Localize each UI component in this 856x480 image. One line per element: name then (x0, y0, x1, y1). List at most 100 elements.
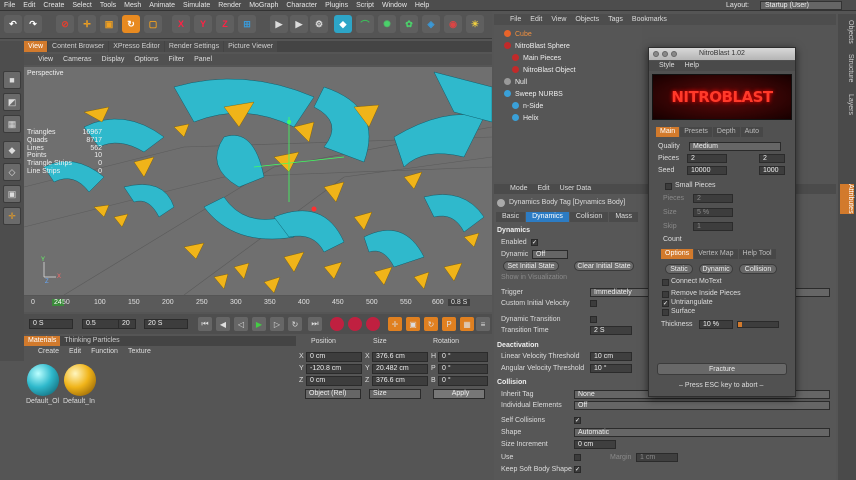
tab-main[interactable]: Main (656, 127, 680, 137)
vmenu-panel[interactable]: Panel (194, 54, 212, 65)
tab-presets[interactable]: Presets (680, 127, 712, 137)
rotate-icon[interactable]: ↻ (122, 15, 140, 33)
matmenu-function[interactable]: Function (91, 348, 118, 355)
light-icon[interactable]: ☀ (466, 15, 484, 33)
key-pla-icon[interactable]: ▦ (460, 317, 474, 331)
nurbs-icon[interactable]: ⌒ (356, 15, 374, 33)
zoom-icon[interactable] (671, 51, 677, 57)
vmenu-filter[interactable]: Filter (169, 54, 185, 65)
camera-icon[interactable]: ◉ (444, 15, 462, 33)
menu-plugins[interactable]: Plugins (325, 2, 348, 9)
use-margin-checkbox[interactable] (574, 454, 581, 461)
seed-field-a[interactable]: 10000 (687, 166, 727, 175)
perspective-viewport[interactable]: Perspective Triangles 16967 Quads 8717 Lin… (24, 67, 492, 295)
workplane-icon[interactable]: ▦ (3, 115, 21, 133)
object-row-nitroblast-sphere[interactable]: NitroBlast Sphere (504, 42, 570, 52)
menu-script[interactable]: Script (356, 2, 374, 9)
vmenu-view[interactable]: View (38, 54, 53, 65)
custom-velocity-checkbox[interactable] (590, 300, 597, 307)
end-time-field[interactable]: 20 S (144, 319, 188, 329)
nmenu-help[interactable]: Help (685, 61, 699, 71)
surface-checkbox[interactable] (662, 309, 669, 316)
axis-z-toggle[interactable]: Z (216, 15, 234, 33)
minimize-icon[interactable] (662, 51, 668, 57)
tab-structure-vertical[interactable]: Structure (840, 54, 854, 82)
small-pieces-checkbox[interactable] (665, 183, 672, 190)
objmenu-view[interactable]: View (551, 14, 566, 25)
tab-xpresso-editor[interactable]: XPresso Editor (109, 41, 164, 52)
model-mode-icon[interactable]: ■ (3, 71, 21, 89)
menu-help[interactable]: Help (415, 2, 429, 9)
prev-frame-icon[interactable]: ◁ (234, 317, 248, 331)
axis-y-toggle[interactable]: Y (194, 15, 212, 33)
sp-size-field[interactable]: 5 % (693, 208, 733, 217)
size-mode-dropdown[interactable]: Size (369, 389, 421, 399)
objmenu-bookmarks[interactable]: Bookmarks (632, 14, 667, 25)
object-row-main-pieces[interactable]: Main Pieces (512, 54, 561, 64)
sp-skip-field[interactable]: 1 (693, 222, 733, 231)
keep-soft-body-checkbox[interactable]: ✓ (574, 466, 581, 473)
size-z-field[interactable]: 376.6 cm (372, 376, 428, 386)
matmenu-edit[interactable]: Edit (69, 348, 81, 355)
auto-key-icon[interactable] (348, 317, 362, 331)
tab-auto[interactable]: Auto (740, 127, 764, 137)
cube-primitive-icon[interactable]: ◆ (334, 15, 352, 33)
tab-mass[interactable]: Mass (609, 212, 639, 222)
tab-dynamics[interactable]: Dynamics (526, 212, 569, 222)
menu-simulate[interactable]: Simulate (183, 2, 210, 9)
untriangulate-checkbox[interactable]: ✓ (662, 300, 669, 307)
menu-select[interactable]: Select (72, 2, 91, 9)
attrmenu-mode[interactable]: Mode (510, 184, 528, 194)
tab-collision[interactable]: Collision (569, 212, 609, 222)
menu-animate[interactable]: Animate (149, 2, 175, 9)
rotation-h-field[interactable]: 0 ° (438, 352, 488, 362)
tab-depth[interactable]: Depth (712, 127, 740, 137)
remove-inside-checkbox[interactable] (662, 291, 669, 298)
pieces-field-a[interactable]: 2 (687, 154, 727, 163)
vmenu-display[interactable]: Display (101, 54, 124, 65)
coord-mode-dropdown[interactable]: Object (Rel) (305, 389, 361, 399)
matmenu-create[interactable]: Create (38, 348, 59, 355)
dynamic-button[interactable]: Dynamic (699, 264, 733, 274)
render-settings-icon[interactable]: ⚙ (310, 15, 328, 33)
edges-mode-icon[interactable]: ◇ (3, 163, 21, 181)
environment-icon[interactable]: ◈ (422, 15, 440, 33)
coordinate-system-icon[interactable]: ⊞ (238, 15, 256, 33)
move-icon[interactable]: ✛ (78, 15, 96, 33)
axis-x-toggle[interactable]: X (172, 15, 190, 33)
margin-field[interactable]: 1 cm (636, 453, 678, 462)
static-button[interactable]: Static (665, 264, 693, 274)
set-initial-state-button[interactable]: Set Initial State (503, 261, 559, 271)
timeline-options-icon[interactable]: ≡ (476, 317, 490, 331)
play-icon[interactable]: ▶ (252, 317, 266, 331)
prev-key-icon[interactable]: ◀ (216, 317, 230, 331)
go-start-icon[interactable]: ⏮ (198, 317, 212, 331)
attrmenu-edit[interactable]: Edit (538, 184, 550, 194)
texture-mode-icon[interactable]: ◩ (3, 93, 21, 111)
range-field[interactable]: 20 (118, 319, 136, 329)
menu-tools[interactable]: Tools (100, 2, 116, 9)
menu-edit[interactable]: Edit (23, 2, 35, 9)
tab-picture-viewer[interactable]: Picture Viewer (224, 41, 278, 52)
go-end-icon[interactable]: ⏭ (308, 317, 322, 331)
tab-vertex-map[interactable]: Vertex Map (694, 249, 738, 259)
tab-basic[interactable]: Basic (496, 212, 526, 222)
tab-render-settings[interactable]: Render Settings (164, 41, 224, 52)
thickness-field[interactable]: 10 % (699, 320, 733, 329)
position-y-field[interactable]: -120.8 cm (306, 364, 362, 374)
object-row-null[interactable]: Null (504, 78, 527, 88)
tab-thinking-particles[interactable]: Thinking Particles (60, 336, 123, 346)
size-y-field[interactable]: 20.482 cm (372, 364, 428, 374)
connect-motext-checkbox[interactable] (662, 279, 669, 286)
objmenu-objects[interactable]: Objects (575, 14, 599, 25)
seed-field-b[interactable]: 1000 (759, 166, 785, 175)
menu-render[interactable]: Render (218, 2, 241, 9)
tab-options[interactable]: Options (661, 249, 694, 259)
tab-materials[interactable]: Materials (24, 336, 61, 346)
undo-icon[interactable]: ↶ (4, 15, 22, 33)
linear-velocity-field[interactable]: 10 cm (590, 352, 632, 361)
self-collisions-checkbox[interactable]: ✓ (574, 417, 581, 424)
dynamic-dropdown[interactable]: Off (532, 250, 568, 259)
record-icon[interactable] (330, 317, 344, 331)
enable-axis-icon[interactable]: ✛ (3, 207, 21, 225)
